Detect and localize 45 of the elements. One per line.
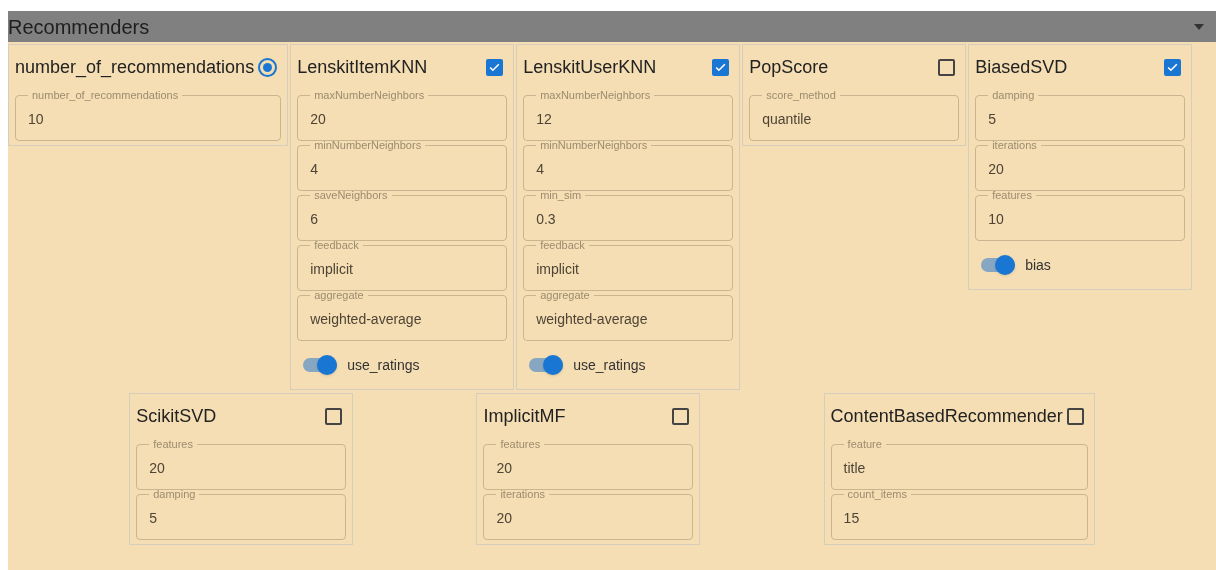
toggle-switch[interactable] bbox=[303, 355, 338, 375]
card-title: ImplicitMF bbox=[483, 404, 566, 428]
checkbox[interactable] bbox=[672, 407, 690, 425]
card-title: PopScore bbox=[749, 55, 829, 79]
input-field[interactable]: min_sim 0.3 bbox=[523, 189, 734, 241]
input-field[interactable]: aggregate weighted-average bbox=[297, 289, 508, 341]
card-title: LenskitUserKNN bbox=[523, 55, 657, 79]
input-field[interactable]: iterations 20 bbox=[975, 139, 1186, 191]
switch-label: bias bbox=[1025, 255, 1051, 275]
input-field[interactable]: number_of_recommendations 10 bbox=[15, 89, 282, 141]
card-title: ScikitSVD bbox=[136, 404, 217, 428]
checkbox[interactable] bbox=[325, 407, 343, 425]
input-field[interactable]: damping 5 bbox=[975, 89, 1186, 141]
input-field[interactable]: feature title bbox=[830, 438, 1088, 490]
input-field[interactable]: feedback implicit bbox=[297, 239, 508, 291]
switch-label: use_ratings bbox=[573, 355, 646, 375]
input-field[interactable]: minNumberNeighbors 4 bbox=[297, 139, 508, 191]
input-field[interactable]: iterations 20 bbox=[483, 488, 694, 540]
input-field[interactable]: feedback implicit bbox=[523, 239, 734, 291]
checkbox[interactable] bbox=[1066, 407, 1084, 425]
radio-button[interactable] bbox=[258, 57, 278, 77]
input-field[interactable]: saveNeighbors 6 bbox=[297, 189, 508, 241]
input-field[interactable]: score_method quantile bbox=[749, 89, 960, 141]
toggle-switch[interactable] bbox=[529, 355, 564, 375]
input-field[interactable]: features 20 bbox=[136, 438, 347, 490]
toggle-switch[interactable] bbox=[981, 255, 1016, 275]
checkbox[interactable] bbox=[1164, 58, 1182, 76]
caret-icon bbox=[1194, 23, 1204, 30]
card-title: ContentBasedRecommender bbox=[830, 404, 1063, 428]
card-title: LenskitItemKNN bbox=[297, 55, 428, 79]
card-title: BiasedSVD bbox=[975, 55, 1068, 79]
input-field[interactable]: count_items 15 bbox=[830, 488, 1088, 540]
input-field[interactable]: minNumberNeighbors 4 bbox=[523, 139, 734, 191]
panel-header[interactable]: Recommenders bbox=[8, 11, 1216, 42]
input-field[interactable]: maxNumberNeighbors 20 bbox=[297, 89, 508, 141]
input-field[interactable]: features 20 bbox=[483, 438, 694, 490]
checkbox[interactable] bbox=[938, 58, 956, 76]
input-field[interactable]: aggregate weighted-average bbox=[523, 289, 734, 341]
input-field[interactable]: features 10 bbox=[975, 189, 1186, 241]
checkbox[interactable] bbox=[486, 58, 504, 76]
input-field[interactable]: maxNumberNeighbors 12 bbox=[523, 89, 734, 141]
input-field[interactable]: damping 5 bbox=[136, 488, 347, 540]
card-title: number_of_recommendations bbox=[15, 55, 255, 80]
switch-label: use_ratings bbox=[347, 355, 420, 375]
checkbox[interactable] bbox=[712, 58, 730, 76]
